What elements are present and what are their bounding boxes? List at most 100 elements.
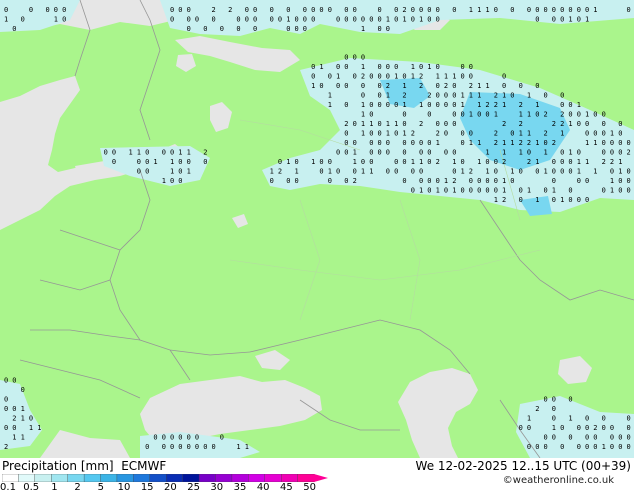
precip-value: 1 <box>502 149 506 157</box>
precip-value: 0 <box>427 158 431 166</box>
precip-value: 0 <box>510 6 514 14</box>
precip-value: 0 <box>427 111 431 119</box>
precip-value: 2 <box>419 73 423 81</box>
precip-value: 0 <box>568 396 572 404</box>
precip-value: 0 <box>411 187 415 195</box>
precip-value: 1 <box>568 16 572 24</box>
precip-value: 2 <box>560 120 564 128</box>
precip-value: 0 <box>145 443 149 451</box>
precip-value: 0 <box>577 443 581 451</box>
precip-value: 0 <box>187 158 191 166</box>
precip-value: 0 <box>203 158 207 166</box>
precip-value: 0 <box>270 6 274 14</box>
legend-swatch <box>264 474 282 482</box>
precip-value: 1 <box>544 168 548 176</box>
precip-value: 2 <box>552 139 556 147</box>
precip-value: 2 <box>353 177 357 185</box>
precip-value: 1 <box>386 120 390 128</box>
precip-value: 0 <box>452 92 456 100</box>
precip-value: 1 <box>577 158 581 166</box>
legend-swatch <box>2 474 20 482</box>
precip-value: 0 <box>602 120 606 128</box>
precip-value: 2 <box>12 415 16 423</box>
precip-value: 0 <box>212 16 216 24</box>
precip-value: 1 <box>402 130 406 138</box>
precip-value: 0 <box>436 101 440 109</box>
precip-value: 2 <box>610 158 614 166</box>
precip-value: 1 <box>361 101 365 109</box>
precip-value: 0 <box>535 168 539 176</box>
precip-value: 0 <box>627 443 631 451</box>
precip-value: 0 <box>145 168 149 176</box>
precip-value: 1 <box>452 158 456 166</box>
precip-value: 1 <box>361 130 365 138</box>
precip-value: 0 <box>568 187 572 195</box>
precip-value: 1 <box>129 149 133 157</box>
precip-value: 0 <box>577 16 581 24</box>
precip-value: 0 <box>402 111 406 119</box>
precip-value: 0 <box>170 16 174 24</box>
precip-value: 2 <box>444 82 448 90</box>
precip-value: 0 <box>378 82 382 90</box>
precip-value: 0 <box>618 443 622 451</box>
precip-value: 0 <box>361 158 365 166</box>
precip-value: 1 <box>494 111 498 119</box>
precip-value: 1 <box>419 158 423 166</box>
precip-value: 0 <box>577 111 581 119</box>
precip-value: 1 <box>353 158 357 166</box>
precip-value: 0 <box>469 130 473 138</box>
precip-value: 1 <box>54 16 58 24</box>
precip-value: 0 <box>220 434 224 442</box>
precip-value: 0 <box>618 120 622 128</box>
precip-value: 1 <box>519 111 523 119</box>
precip-value: 0 <box>328 158 332 166</box>
precip-value: 2 <box>544 111 548 119</box>
precip-value: 0 <box>236 25 240 33</box>
precip-value: 0 <box>510 92 514 100</box>
precip-value: 0 <box>187 6 191 14</box>
precip-value: 0 <box>402 120 406 128</box>
precip-value: 0 <box>4 377 8 385</box>
precip-value: 0 <box>527 443 531 451</box>
legend-swatch <box>18 474 36 482</box>
precip-value: 2 <box>411 130 415 138</box>
precip-value: 0 <box>419 177 423 185</box>
precip-value: 1 <box>361 168 365 176</box>
precip-value: 1 <box>618 158 622 166</box>
precip-value: 1 <box>477 6 481 14</box>
precip-value: 0 <box>585 130 589 138</box>
precip-value: 0 <box>286 177 290 185</box>
precip-value: 2 <box>502 120 506 128</box>
precip-value: 0 <box>411 6 415 14</box>
precip-value: 1 <box>21 415 25 423</box>
precip-value: 0 <box>195 434 199 442</box>
precip-value: 0 <box>494 187 498 195</box>
precip-value: 1 <box>535 101 539 109</box>
precip-value: 1 <box>311 158 315 166</box>
precip-value: 1 <box>618 168 622 176</box>
precip-value: 0 <box>618 130 622 138</box>
precip-value: 1 <box>162 177 166 185</box>
precip-value: 2 <box>203 149 207 157</box>
precip-value: 0 <box>270 177 274 185</box>
precip-value: 1 <box>369 168 373 176</box>
precip-value: 1 <box>12 434 16 442</box>
precip-value: 0 <box>552 196 556 204</box>
precip-value: 0 <box>461 111 465 119</box>
precip-value: 0 <box>245 6 249 14</box>
precip-value: 0 <box>145 158 149 166</box>
precip-value: 0 <box>344 82 348 90</box>
precip-value: 1 <box>29 424 33 432</box>
precip-value: 1 <box>469 92 473 100</box>
precip-value: 0 <box>494 177 498 185</box>
precip-value: 0 <box>344 130 348 138</box>
precip-value: 0 <box>427 139 431 147</box>
precip-value: 0 <box>427 187 431 195</box>
precip-value: 0 <box>178 6 182 14</box>
precip-value: 0 <box>544 139 548 147</box>
precip-value: 1 <box>502 187 506 195</box>
precip-value: 1 <box>477 82 481 90</box>
precip-value: 0 <box>344 177 348 185</box>
precip-value: 2 <box>502 158 506 166</box>
precip-value: 1 <box>452 187 456 195</box>
